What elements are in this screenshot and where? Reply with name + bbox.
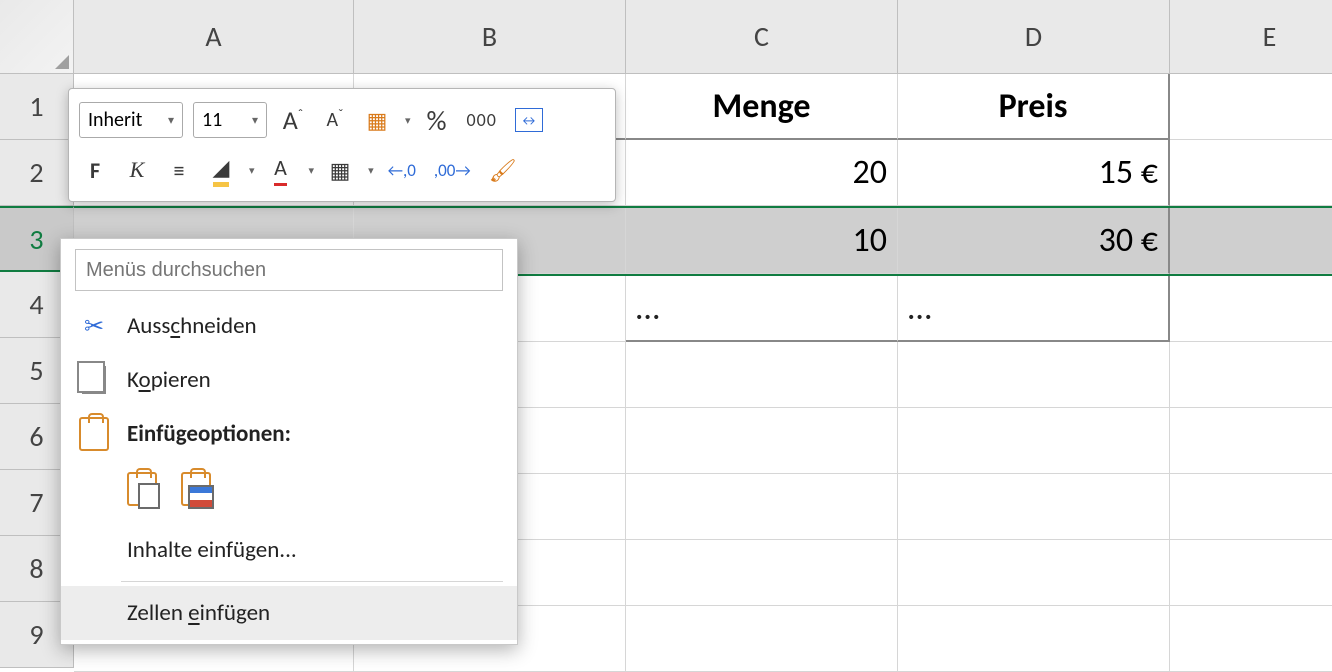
cell[interactable] xyxy=(898,342,1170,408)
increase-decimal-button[interactable]: ,00→ xyxy=(430,150,475,190)
font-name-combo[interactable]: Inherit ▾ xyxy=(79,102,183,138)
menu-label: Zellen einfügen xyxy=(127,599,270,627)
paste-picture-button[interactable] xyxy=(181,472,211,513)
mini-toolbar: Inherit ▾ 11 ▾ Aˆ Aˇ ▦ ▾ % 000 ↔ F K ≡ ◢… xyxy=(68,88,616,202)
thousands-format-button[interactable]: 000 xyxy=(463,100,501,140)
menu-separator xyxy=(121,581,503,582)
bold-button[interactable]: F xyxy=(79,150,111,190)
percent-format-button[interactable]: % xyxy=(421,100,453,140)
cell-c3[interactable]: 10 xyxy=(626,208,898,274)
menu-item-cut[interactable]: Ausschneiden xyxy=(61,299,517,353)
cell[interactable] xyxy=(898,540,1170,606)
cell[interactable] xyxy=(898,606,1170,672)
cell-e2[interactable] xyxy=(1170,140,1332,206)
cell-c1[interactable]: Menge xyxy=(626,74,898,140)
cell[interactable] xyxy=(1170,540,1332,606)
decrease-decimal-button[interactable]: ←,0 xyxy=(384,150,420,190)
menu-label: Ausschneiden xyxy=(127,312,257,340)
cell[interactable] xyxy=(626,342,898,408)
menu-label: Einfügeoptionen: xyxy=(127,420,291,448)
chevron-down-icon[interactable]: ▾ xyxy=(368,164,374,177)
cell[interactable] xyxy=(1170,342,1332,408)
align-button[interactable]: ≡ xyxy=(163,150,195,190)
cell-e1[interactable] xyxy=(1170,74,1332,140)
cell[interactable] xyxy=(1170,606,1332,672)
paste-option-row xyxy=(61,461,517,523)
col-header-a[interactable]: A xyxy=(74,0,354,74)
col-header-b[interactable]: B xyxy=(354,0,626,74)
cell[interactable] xyxy=(626,474,898,540)
format-painter-button[interactable]: 🖌 xyxy=(485,150,521,190)
scissors-icon xyxy=(79,312,109,341)
cell[interactable] xyxy=(626,606,898,672)
select-all-corner[interactable] xyxy=(0,0,74,74)
menu-label: Kopieren xyxy=(127,366,211,394)
cell-d1[interactable]: Preis xyxy=(898,74,1170,140)
conditional-format-button[interactable]: ▦ xyxy=(361,100,393,140)
cell-d3[interactable]: 30 € xyxy=(898,208,1170,274)
cell-e4[interactable] xyxy=(1170,276,1332,342)
italic-button[interactable]: K xyxy=(121,150,153,190)
menu-label: Inhalte einfügen... xyxy=(127,536,297,564)
cell[interactable] xyxy=(1170,474,1332,540)
menu-item-paste-special[interactable]: Inhalte einfügen... xyxy=(61,523,517,577)
copy-icon xyxy=(79,366,109,394)
col-header-e[interactable]: E xyxy=(1170,0,1332,74)
cell-c4[interactable]: … xyxy=(626,276,898,342)
decrease-font-button[interactable]: Aˇ xyxy=(319,100,351,140)
font-name-value: Inherit xyxy=(88,108,142,132)
chevron-down-icon[interactable]: ▾ xyxy=(309,164,315,177)
cell-e3[interactable] xyxy=(1170,208,1332,274)
cell[interactable] xyxy=(626,540,898,606)
cell-c2[interactable]: 20 xyxy=(626,140,898,206)
font-color-button[interactable]: A xyxy=(265,150,297,190)
menu-item-copy[interactable]: Kopieren xyxy=(61,353,517,407)
paste-icon xyxy=(79,417,109,451)
menu-heading-paste-options: Einfügeoptionen: xyxy=(61,407,517,461)
cell-d4[interactable]: … xyxy=(898,276,1170,342)
font-size-value: 11 xyxy=(202,108,222,132)
autofit-button[interactable]: ↔ xyxy=(511,100,547,140)
menu-search-box[interactable] xyxy=(75,249,503,291)
cell[interactable] xyxy=(626,408,898,474)
context-menu: Ausschneiden Kopieren Einfügeoptionen: I… xyxy=(60,238,518,645)
autofit-icon: ↔ xyxy=(515,108,543,132)
chevron-down-icon[interactable]: ▾ xyxy=(249,164,255,177)
cell[interactable] xyxy=(898,408,1170,474)
paste-default-button[interactable] xyxy=(127,472,157,513)
cell[interactable] xyxy=(898,474,1170,540)
chevron-down-icon: ▾ xyxy=(252,113,258,128)
bucket-icon: ◢ xyxy=(213,154,230,187)
increase-font-button[interactable]: Aˆ xyxy=(277,100,309,140)
col-header-d[interactable]: D xyxy=(898,0,1170,74)
borders-button[interactable]: ▦ xyxy=(324,150,356,190)
menu-item-insert-cells[interactable]: Zellen einfügen xyxy=(61,586,517,640)
row-header-1[interactable]: 1 xyxy=(0,74,74,140)
row-header-2[interactable]: 2 xyxy=(0,140,74,206)
fill-color-button[interactable]: ◢ xyxy=(205,150,237,190)
cell-d2[interactable]: 15 € xyxy=(898,140,1170,206)
chevron-down-icon: ▾ xyxy=(168,113,174,128)
col-header-c[interactable]: C xyxy=(626,0,898,74)
cell[interactable] xyxy=(1170,408,1332,474)
menu-search-input[interactable] xyxy=(86,259,492,282)
chevron-down-icon[interactable]: ▾ xyxy=(405,114,411,127)
font-size-combo[interactable]: 11 ▾ xyxy=(193,102,267,138)
